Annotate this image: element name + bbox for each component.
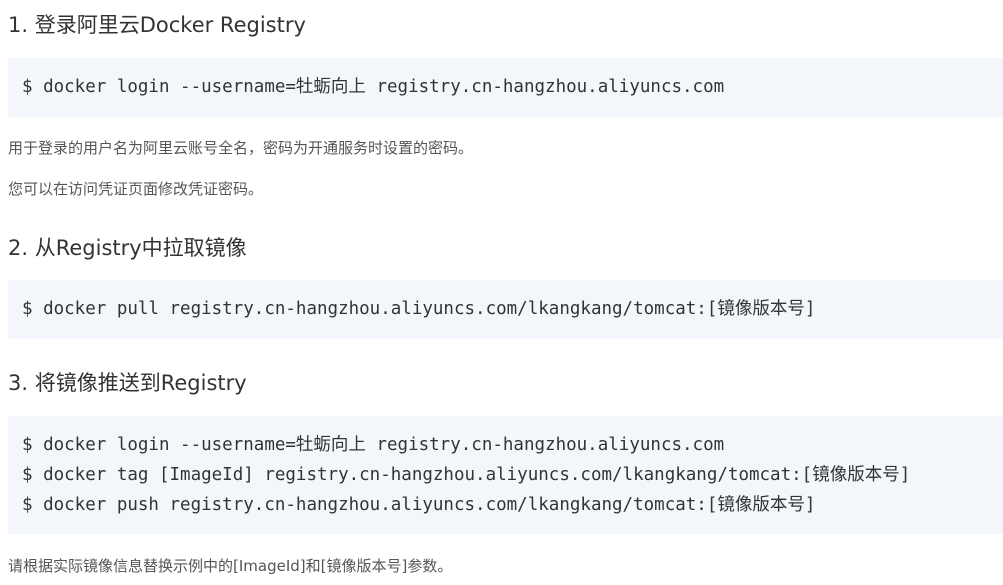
pull-command[interactable]: $ docker pull registry.cn-hangzhou.aliyu… bbox=[22, 294, 989, 324]
login-code-block[interactable]: $ docker login --username=牡蛎向上 registry.… bbox=[8, 58, 1003, 117]
tag-command[interactable]: $ docker tag [ImageId] registry.cn-hangz… bbox=[22, 460, 989, 490]
pull-code-block[interactable]: $ docker pull registry.cn-hangzhou.aliyu… bbox=[8, 280, 1003, 339]
replace-params-note: 请根据实际镜像信息替换示例中的[ImageId]和[镜像版本号]参数。 bbox=[8, 557, 453, 575]
login-username-note: 用于登录的用户名为阿里云账号全名，密码为开通服务时设置的密码。 bbox=[8, 139, 474, 157]
credential-note: 您可以在访问凭证页面修改凭证密码。 bbox=[8, 180, 264, 198]
section-3-title: 3. 将镜像推送到Registry bbox=[8, 371, 247, 395]
login-command[interactable]: $ docker login --username=牡蛎向上 registry.… bbox=[22, 72, 989, 102]
push-code-block[interactable]: $ docker login --username=牡蛎向上 registry.… bbox=[8, 416, 1003, 534]
section-2-title: 2. 从Registry中拉取镜像 bbox=[8, 236, 247, 260]
push-command[interactable]: $ docker push registry.cn-hangzhou.aliyu… bbox=[22, 490, 989, 520]
push-login-command[interactable]: $ docker login --username=牡蛎向上 registry.… bbox=[22, 430, 989, 460]
section-1-title: 1. 登录阿里云Docker Registry bbox=[8, 13, 306, 37]
